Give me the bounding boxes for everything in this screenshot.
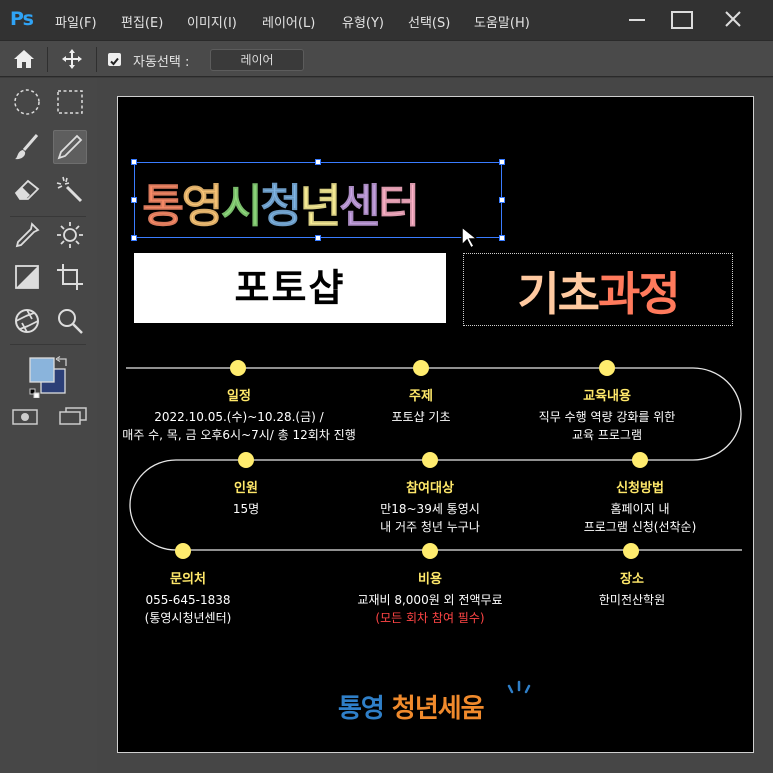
info-apply: 신청방법 홈페이지 내 프로그램 신청(선착순) xyxy=(584,477,697,536)
footer-logo-part: 청년세움 xyxy=(383,694,485,724)
info-title: 장소 xyxy=(620,572,644,587)
info-title: 인원 xyxy=(234,481,258,496)
info-schedule: 일정 2022.10.05.(수)~10.28.(금) / 매주 수, 목, 금… xyxy=(122,385,356,444)
timeline-dot xyxy=(632,452,648,468)
info-title: 문의처 xyxy=(170,572,206,587)
info-title: 일정 xyxy=(227,389,251,404)
info-line: 교육 프로그램 xyxy=(571,428,643,442)
footer-logo-part: 통영 xyxy=(338,694,385,724)
info-title: 참여대상 xyxy=(406,481,454,496)
info-line: (통영시청년센터) xyxy=(144,611,232,625)
timeline-dot xyxy=(422,543,438,559)
info-people: 인원 15명 xyxy=(233,477,259,518)
info-title: 비용 xyxy=(418,572,442,587)
logo-spark-icon xyxy=(507,680,531,696)
timeline-dot xyxy=(413,360,429,376)
info-title: 주제 xyxy=(409,389,433,404)
info-line: 홈페이지 내 xyxy=(610,502,670,516)
info-line: 포토샵 기초 xyxy=(391,410,451,424)
info-line: 만18~39세 통영시 xyxy=(380,502,480,516)
info-note: (모든 회차 참여 필수) xyxy=(375,611,485,625)
timeline-dot xyxy=(599,360,615,376)
info-line: 055-645-1838 xyxy=(145,593,231,607)
info-line: 내 거주 청년 누구나 xyxy=(380,520,480,534)
info-target: 참여대상 만18~39세 통영시 내 거주 청년 누구나 xyxy=(380,477,480,536)
timeline-dot xyxy=(238,452,254,468)
info-place: 장소 한미전산학원 xyxy=(599,568,665,609)
timeline-dot xyxy=(175,543,191,559)
footer-logo: 통영 청년세움 xyxy=(338,688,485,725)
info-line: 프로그램 신청(선착순) xyxy=(583,520,697,534)
info-content: 교육내용 직무 수행 역량 강화를 위한 교육 프로그램 xyxy=(539,385,676,444)
timeline-dot xyxy=(422,452,438,468)
info-line: 직무 수행 역량 강화를 위한 xyxy=(538,410,676,424)
info-line: 한미전산학원 xyxy=(598,593,666,607)
info-line: 2022.10.05.(수)~10.28.(금) / xyxy=(154,410,324,424)
timeline-dot xyxy=(230,360,246,376)
info-contact: 문의처 055-645-1838 (통영시청년센터) xyxy=(145,568,232,627)
info-cost: 비용 교재비 8,000원 외 전액무료 (모든 회차 참여 필수) xyxy=(357,568,502,627)
info-title: 교육내용 xyxy=(583,389,631,404)
info-line: 15명 xyxy=(232,502,260,516)
info-title: 신청방법 xyxy=(616,481,664,496)
info-line: 매주 수, 목, 금 오후6시~7시/ 총 12회차 진행 xyxy=(122,428,356,442)
timeline-dot xyxy=(623,543,639,559)
info-topic: 주제 포토샵 기초 xyxy=(391,385,450,426)
info-line: 교재비 8,000원 외 전액무료 xyxy=(357,593,503,607)
